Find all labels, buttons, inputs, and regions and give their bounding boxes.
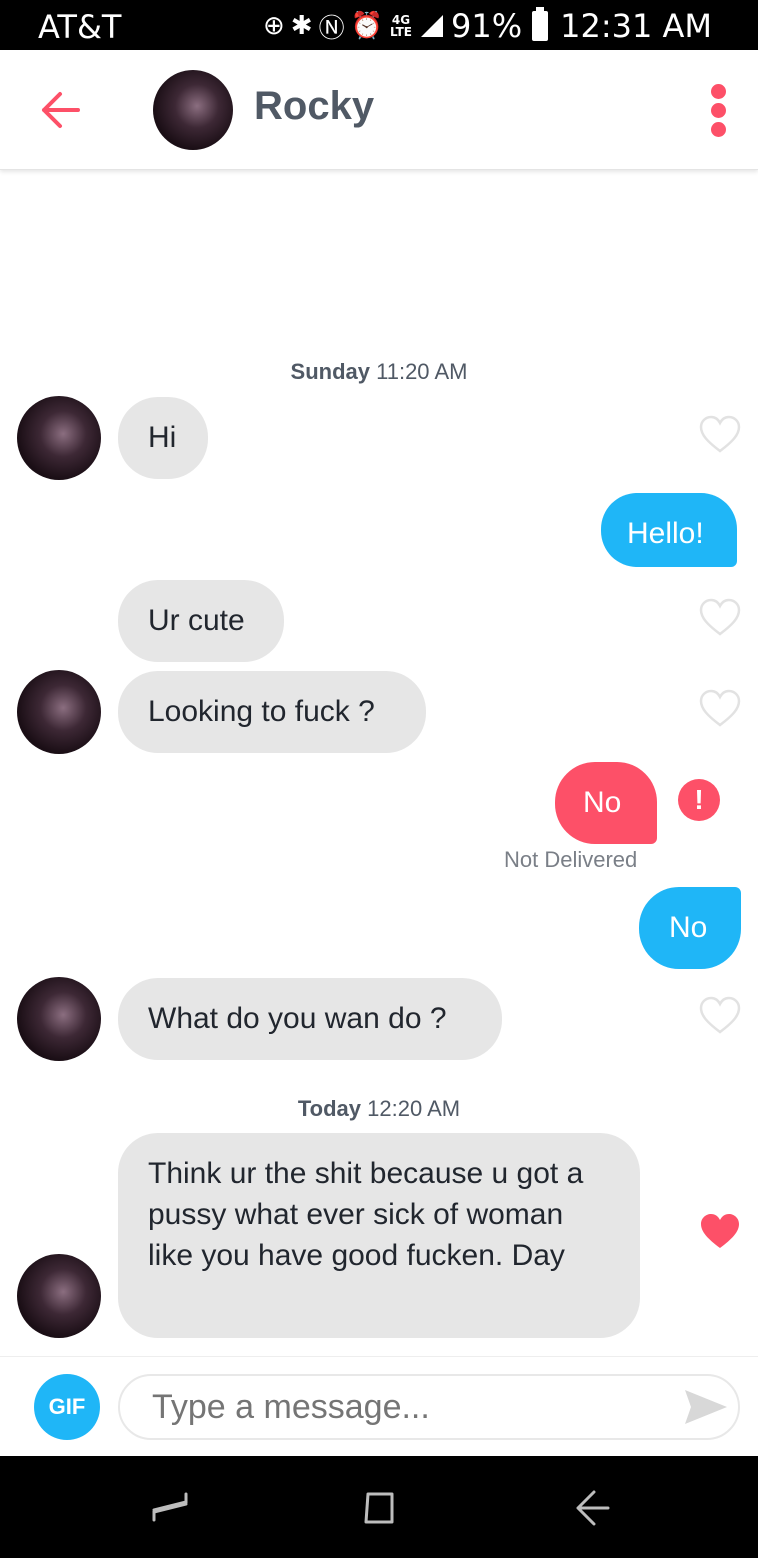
send-icon[interactable] [682,1387,730,1427]
timestamp-time: 11:20 AM [376,359,468,384]
failed-message[interactable]: No [555,762,657,844]
battery-percent: 91% [450,7,523,45]
carrier-label: AT&T [38,8,122,46]
system-nav-bar [0,1456,758,1558]
arrow-left-icon[interactable] [38,88,82,132]
message-composer: GIF [0,1356,758,1456]
data-saver-icon: ⊕ [263,11,285,41]
timestamp-day: Today [297,1096,362,1121]
status-icons: ⊕ ✱ Ⓝ ⏰ 4G LTE 91% 12:31 AM [263,7,712,45]
timestamp-day: Sunday [290,359,370,384]
received-message[interactable]: Think ur the shit because u got a pussy … [118,1133,640,1338]
error-icon[interactable]: ! [678,779,720,821]
timestamp-time: 12:20 AM [367,1096,461,1121]
lte-label: 4G LTE [389,13,412,39]
heart-outline-icon[interactable] [698,688,742,728]
nfc-icon: Ⓝ [318,13,345,44]
heart-filled-icon[interactable] [698,1211,742,1251]
avatar[interactable] [17,977,101,1061]
recent-apps-icon[interactable] [148,1486,192,1530]
avatar[interactable] [17,1254,101,1338]
received-message[interactable]: Hi [118,397,208,479]
contact-avatar[interactable] [153,70,233,150]
avatar[interactable] [17,396,101,480]
delivery-status: Not Delivered [504,847,638,872]
status-bar: AT&T ⊕ ✱ Ⓝ ⏰ 4G LTE 91% 12:31 AM [0,0,758,50]
signal-icon [420,15,443,37]
message-input[interactable] [118,1374,740,1440]
chat-header: Rocky [0,50,758,170]
received-message[interactable]: Ur cute [118,580,284,662]
heart-outline-icon[interactable] [698,414,742,454]
timestamp: Sunday 11:20 AM [0,359,758,385]
received-message[interactable]: What do you wan do ? [118,978,502,1060]
heart-outline-icon[interactable] [698,995,742,1035]
back-nav-icon[interactable] [570,1486,614,1530]
home-icon[interactable] [358,1486,402,1530]
battery-icon [532,7,549,41]
sent-message[interactable]: Hello! [601,493,737,567]
clock: 12:31 AM [560,7,712,45]
gif-button[interactable]: GIF [34,1374,100,1440]
received-message[interactable]: Looking to fuck ? [118,671,426,753]
contact-name[interactable]: Rocky [254,84,374,129]
more-vertical-icon[interactable] [704,84,732,140]
heart-outline-icon[interactable] [698,597,742,637]
timestamp: Today 12:20 AM [0,1096,758,1122]
avatar[interactable] [17,670,101,754]
alarm-icon: ⏰ [350,11,383,41]
bluetooth-icon: ✱ [290,11,313,41]
sent-message[interactable]: No [639,887,741,969]
